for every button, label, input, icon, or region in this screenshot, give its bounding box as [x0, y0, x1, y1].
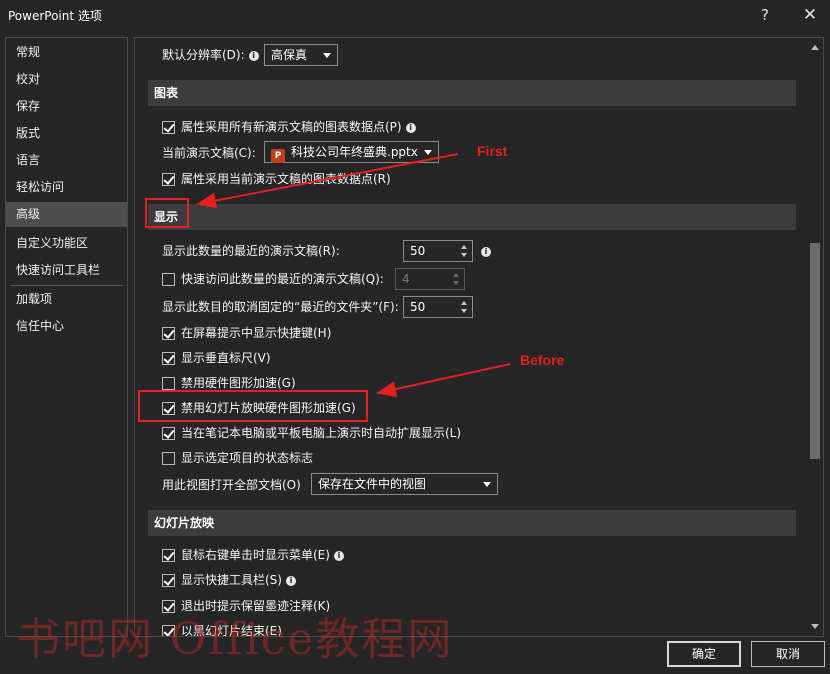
arrow-before — [376, 363, 511, 397]
arrow-first — [196, 153, 459, 209]
annotation-arrows — [196, 153, 511, 397]
